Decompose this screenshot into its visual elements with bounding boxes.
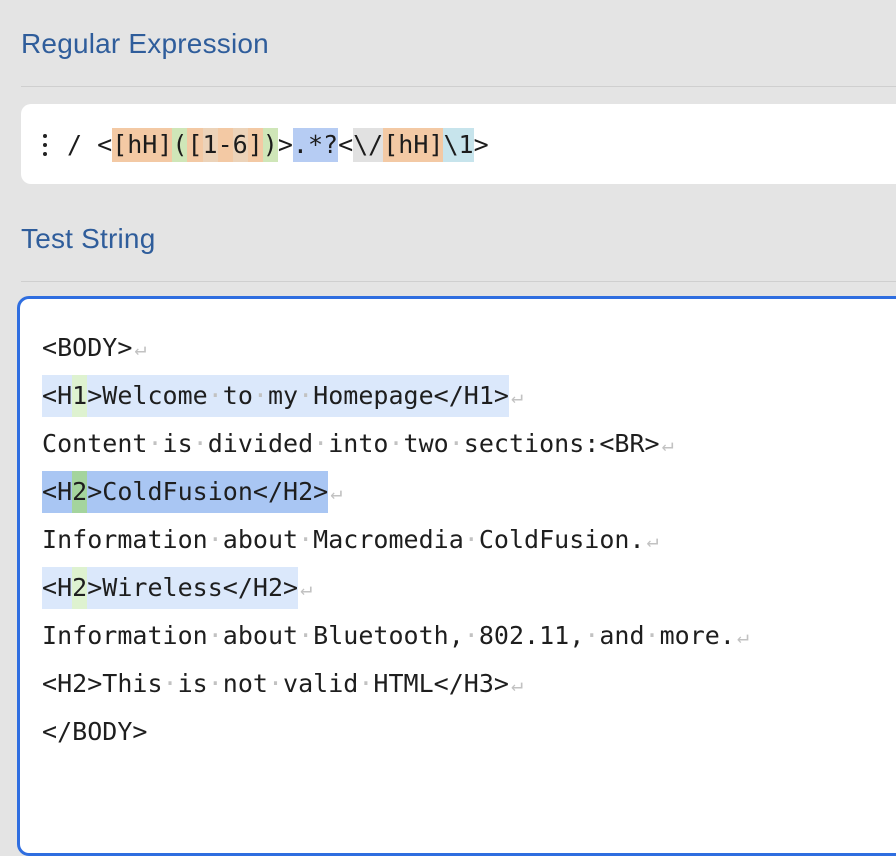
regex-token-classin: 6 <box>232 128 248 162</box>
test-line: <H 2 >ColdFusion</H2> ↵ <box>42 468 749 516</box>
test-line: <H 2 >Wireless</H2> ↵ <box>42 564 749 612</box>
regex-section-title: Regular Expression <box>21 28 269 59</box>
test-line: Information·about·Bluetooth,·802.11,·and… <box>42 612 749 660</box>
regex-input[interactable]: / <[hH]([1-6])>.*?<\/[hH]\1> <box>21 104 896 184</box>
match-segment: >ColdFusion</H2> <box>87 471 329 513</box>
regex-token-dot: .*? <box>292 128 339 162</box>
regex-delimiter: / <box>67 130 83 159</box>
regex-token-class: - <box>217 128 233 162</box>
test-line: Content·is·divided·into·two·sections:<BR… <box>42 420 749 468</box>
test-line: <H2>This·is·not·valid·HTML</H3> ↵ <box>42 660 749 708</box>
test-line: Information·about·Macromedia·ColdFusion.… <box>42 516 749 564</box>
regex-token-plain: < <box>97 130 113 159</box>
match-segment: <H <box>42 375 73 417</box>
newline-icon: ↵ <box>300 576 313 600</box>
test-line: <BODY> ↵ <box>42 324 749 372</box>
text-segment: <H2>This·is·not·valid·HTML</H3> <box>42 669 509 698</box>
regex-token-esc: \/ <box>353 128 384 162</box>
group-match-segment: 2 <box>72 567 88 609</box>
regex-line: / <[hH]([1-6])>.*?<\/[hH]\1> <box>39 128 489 162</box>
regex-token-class: [hH] <box>112 128 173 162</box>
match-segment: <H <box>42 567 73 609</box>
regex-token-group: ) <box>262 128 278 162</box>
test-string-editor[interactable]: <BODY> ↵ <H 1 >Welcome·to·my·Homepage</H1> ↵ C… <box>17 296 896 856</box>
divider <box>21 86 896 87</box>
newline-icon: ↵ <box>134 336 147 360</box>
regex-token-class: [hH] <box>383 128 444 162</box>
text-segment: <BODY> <box>42 333 133 362</box>
regex-token-back: \1 <box>443 128 474 162</box>
text-segment: Content·is·divided·into·two·sections:<BR… <box>42 429 660 458</box>
text-segment: </BODY> <box>42 717 148 746</box>
regex-token-plain: < <box>338 130 354 159</box>
regex-token-group: ( <box>172 128 188 162</box>
newline-icon: ↵ <box>661 432 674 456</box>
group-match-segment: 1 <box>72 375 88 417</box>
regex-token-classin: 1 <box>202 128 218 162</box>
test-line: <H 1 >Welcome·to·my·Homepage</H1> ↵ <box>42 372 749 420</box>
newline-icon: ↵ <box>510 672 523 696</box>
match-segment: <H <box>42 471 73 513</box>
vertical-ellipsis-icon[interactable] <box>39 134 51 156</box>
newline-icon: ↵ <box>510 384 523 408</box>
newline-icon: ↵ <box>646 528 659 552</box>
text-segment: Information·about·Macromedia·ColdFusion. <box>42 525 645 554</box>
newline-icon: ↵ <box>330 480 343 504</box>
match-segment: >Welcome·to·my·Homepage</H1> <box>87 375 509 417</box>
regex-token-class: ] <box>247 128 263 162</box>
regex-token-plain: > <box>473 130 489 159</box>
group-match-segment: 2 <box>72 471 88 513</box>
divider <box>21 281 896 282</box>
regex-token-plain: > <box>277 130 293 159</box>
test-line: </BODY> <box>42 708 749 756</box>
test-string-title: Test String <box>21 223 156 254</box>
newline-icon: ↵ <box>736 624 749 648</box>
regex-token-class: [ <box>187 128 203 162</box>
test-string-lines: <BODY> ↵ <H 1 >Welcome·to·my·Homepage</H1> ↵ C… <box>42 324 749 756</box>
text-segment: Information·about·Bluetooth,·802.11,·and… <box>42 621 735 650</box>
match-segment: >Wireless</H2> <box>87 567 299 609</box>
regex-pattern[interactable]: <[hH]([1-6])>.*?<\/[hH]\1> <box>97 128 489 162</box>
